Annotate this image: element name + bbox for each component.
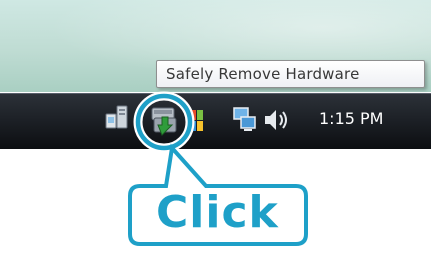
highlight-circle bbox=[135, 93, 193, 151]
click-label: Click bbox=[156, 187, 279, 238]
screenshot: Safely Remove Hardware 1:15 PM Click bbox=[0, 0, 431, 263]
